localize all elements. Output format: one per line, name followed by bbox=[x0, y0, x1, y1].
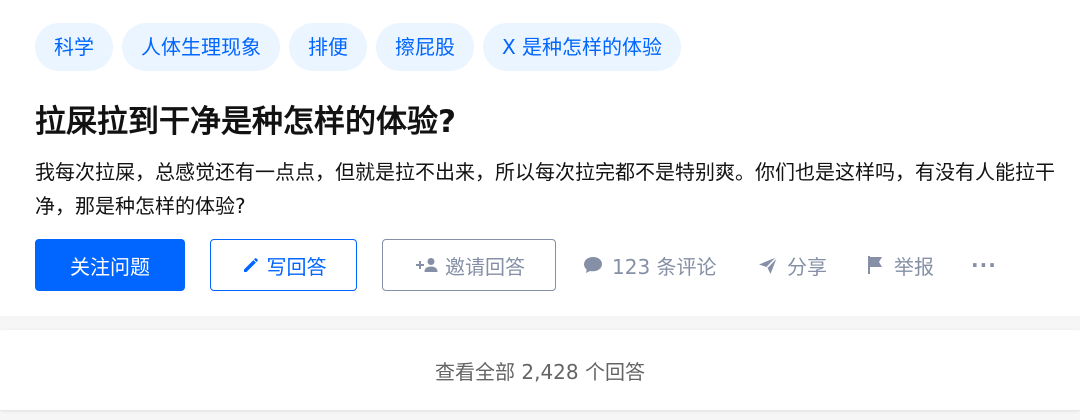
report-button[interactable]: 举报 bbox=[864, 239, 934, 291]
question-card: 科学 人体生理现象 排便 擦屁股 X 是种怎样的体验 拉屎拉到干净是种怎样的体验… bbox=[0, 0, 1080, 316]
more-options-button[interactable]: ··· bbox=[971, 239, 997, 291]
view-all-answers-card: 查看全部 2,428 个回答 bbox=[0, 330, 1080, 410]
pencil-icon bbox=[241, 255, 261, 275]
topic-tag[interactable]: 科学 bbox=[35, 23, 113, 71]
invite-answer-label: 邀请回答 bbox=[445, 254, 525, 279]
comments-count-label: 123 条评论 bbox=[612, 254, 717, 279]
topic-tag[interactable]: 排便 bbox=[289, 23, 367, 71]
comment-icon bbox=[582, 255, 604, 275]
view-all-answers-label: 查看全部 2,428 个回答 bbox=[435, 359, 645, 384]
follow-question-button[interactable]: 关注问题 bbox=[35, 239, 185, 291]
comments-button[interactable]: 123 条评论 bbox=[582, 239, 717, 291]
share-icon bbox=[757, 255, 779, 275]
follow-button-label: 关注问题 bbox=[70, 254, 150, 279]
action-bar: 关注问题 写回答 邀请回答 123 条评论 分享 举报 ··· bbox=[35, 239, 1065, 291]
flag-icon bbox=[864, 254, 886, 276]
topic-tag[interactable]: X 是种怎样的体验 bbox=[483, 23, 682, 71]
view-all-answers-link[interactable]: 查看全部 2,428 个回答 bbox=[0, 330, 1080, 410]
question-detail: 我每次拉屎，总感觉还有一点点，但就是拉不出来，所以每次拉完都不是特别爽。你们也是… bbox=[35, 160, 1055, 218]
question-title[interactable]: 拉屎拉到干净是种怎样的体验? bbox=[35, 100, 456, 144]
topic-tag[interactable]: 擦屁股 bbox=[376, 23, 474, 71]
share-label: 分享 bbox=[787, 254, 827, 279]
report-label: 举报 bbox=[894, 254, 934, 279]
topic-tag[interactable]: 人体生理现象 bbox=[122, 23, 280, 71]
share-button[interactable]: 分享 bbox=[757, 239, 827, 291]
topic-list: 科学 人体生理现象 排便 擦屁股 X 是种怎样的体验 bbox=[35, 23, 682, 71]
write-answer-label: 写回答 bbox=[266, 254, 327, 279]
invite-answer-button[interactable]: 邀请回答 bbox=[382, 239, 556, 291]
add-user-icon bbox=[413, 255, 439, 275]
write-answer-button[interactable]: 写回答 bbox=[210, 239, 357, 291]
more-icon: ··· bbox=[971, 253, 997, 277]
